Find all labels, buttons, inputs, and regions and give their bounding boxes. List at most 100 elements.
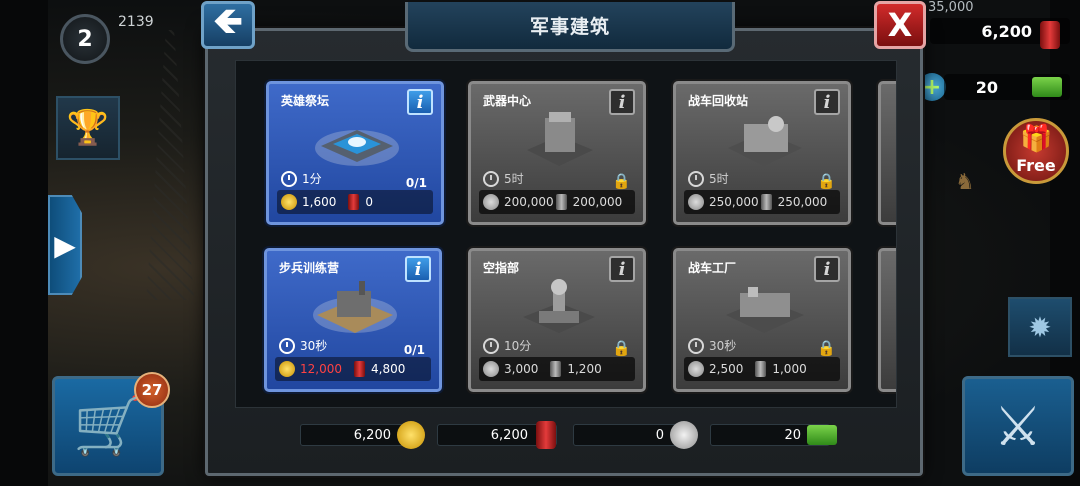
info-button[interactable]: i [609, 256, 635, 282]
medal-icon: ✹ [1028, 310, 1052, 344]
building-name: 战车回收站 [688, 94, 749, 108]
free-label: Free [1016, 156, 1056, 175]
build-time-value: 30秒 [709, 339, 737, 353]
arrow-left-icon: 🡸 [213, 0, 243, 42]
oil-barrel-icon [348, 194, 360, 210]
build-time-value: 10分 [504, 339, 532, 353]
trophy-button[interactable]: 🏆 [56, 96, 120, 160]
building-grid[interactable]: 英雄祭坛 i 1分 0/1 1,600 0 武器中心 i 5时 🔒 200,00… [235, 60, 897, 408]
building-name: 战车工厂 [688, 261, 737, 275]
side-panel-toggle[interactable]: ▶ [48, 195, 82, 295]
crossed-rifles-icon: ⚔ [993, 394, 1043, 458]
rank-medal-button[interactable]: ✹ [1008, 297, 1072, 357]
building-card-vehicle-recycling[interactable]: 战车回收站 i 5时 🔒 250,000 250,000 [673, 81, 851, 225]
stopwatch-icon [279, 337, 295, 354]
hero-altar-art [315, 130, 399, 166]
oil-barrel-icon [760, 194, 772, 210]
info-button[interactable]: i [405, 256, 431, 282]
stopwatch-icon [688, 337, 704, 354]
build-time: 5时 [483, 170, 524, 187]
info-button[interactable]: i [407, 89, 433, 115]
silver-coin-icon [670, 421, 698, 449]
silver-coin-icon [688, 194, 704, 210]
silver-cost: 3,000 [504, 362, 539, 376]
player-level-badge[interactable]: 2 [60, 14, 110, 64]
building-card-partial[interactable] [878, 248, 896, 392]
silver-coin-icon [688, 361, 704, 377]
cash-top-value: 20 [975, 77, 998, 97]
battle-button[interactable]: ⚔ [962, 376, 1074, 476]
info-button[interactable]: i [814, 256, 840, 282]
dialog-titlebar: 军事建筑 [405, 2, 735, 52]
cash-icon [1032, 77, 1062, 97]
build-cost: 2,500 1,000 [684, 357, 840, 381]
building-card-air-command[interactable]: 空指部 i 10分 🔒 3,000 1,200 [468, 248, 646, 392]
oil-barrel-icon [555, 194, 567, 210]
back-button[interactable]: 🡸 [201, 1, 255, 49]
lock-icon: 🔒 [817, 339, 836, 357]
cart-icon: 🛒 [73, 394, 143, 459]
build-time-value: 1分 [302, 172, 322, 186]
silver-coin-icon [483, 361, 499, 377]
oil-cost: 0 [365, 195, 373, 209]
oil-cost: 250,000 [777, 195, 828, 209]
build-time-value: 5时 [504, 172, 524, 186]
dialog-title: 军事建筑 [529, 16, 610, 38]
oil-barrel-icon [550, 361, 562, 377]
oil-resource: 6,200 [437, 421, 557, 449]
oil-counter-top: 6,200 [930, 18, 1070, 49]
lock-icon: 🔒 [612, 339, 631, 357]
close-button[interactable]: X [874, 1, 926, 49]
oil-barrel-icon [1040, 21, 1060, 49]
silver-resource: 0 [573, 421, 698, 449]
oil-barrel-icon [755, 361, 767, 377]
build-time-value: 30秒 [300, 339, 328, 353]
trophy-icon: 🏆 [66, 108, 110, 148]
build-cost: 250,000 250,000 [684, 190, 840, 214]
building-card-vehicle-factory[interactable]: 战车工厂 i 30秒 🔒 2,500 1,000 [673, 248, 851, 392]
cash-resource: 20 [710, 424, 837, 446]
lock-icon: 🔒 [612, 172, 631, 190]
gift-icon: 🎁 [1020, 124, 1053, 154]
player-xp: 2139 [118, 14, 154, 30]
oil-cost: 1,200 [567, 362, 602, 376]
gold-capacity: 35,000 [928, 0, 974, 15]
build-time: 30秒 [279, 337, 327, 354]
build-count: 0/1 [403, 343, 425, 357]
building-card-hero-altar[interactable]: 英雄祭坛 i 1分 0/1 1,600 0 [266, 81, 444, 225]
lock-icon: 🔒 [817, 172, 836, 190]
gold-coin-icon [397, 421, 425, 449]
weapons-center-art [527, 112, 593, 166]
gold-cost: 1,600 [302, 195, 337, 209]
oil-cost: 4,800 [371, 362, 406, 376]
silver-coin-icon [483, 194, 499, 210]
soldier-unit-icon: ♞ [955, 170, 975, 195]
oil-cost: 1,000 [772, 362, 807, 376]
build-time: 10分 [483, 337, 531, 354]
info-button[interactable]: i [609, 89, 635, 115]
vehicle-factory-art [726, 287, 804, 333]
oil-barrel-icon [354, 361, 365, 377]
build-time: 30秒 [688, 337, 736, 354]
oil-cost: 200,000 [572, 195, 623, 209]
shop-notification-badge: 27 [134, 372, 170, 408]
stopwatch-icon [688, 170, 704, 187]
close-icon: X [887, 6, 913, 44]
building-name: 英雄祭坛 [281, 94, 330, 108]
building-card-partial[interactable] [878, 81, 896, 225]
gold-coin-icon [281, 194, 297, 210]
chevron-right-icon: ▶ [54, 228, 76, 262]
building-card-weapons-center[interactable]: 武器中心 i 5时 🔒 200,000 200,000 [468, 81, 646, 225]
info-button[interactable]: i [814, 89, 840, 115]
oil-barrel-icon [536, 421, 556, 449]
silver-amount: 0 [655, 427, 664, 443]
building-name: 武器中心 [483, 94, 532, 108]
build-cost: 200,000 200,000 [479, 190, 635, 214]
build-count: 0/1 [405, 176, 427, 190]
building-card-infantry-camp[interactable]: 步兵训练营 i 30秒 0/1 12,000 4,800 [264, 248, 442, 392]
silver-cost: 2,500 [709, 362, 744, 376]
oil-top-value: 6,200 [981, 21, 1032, 41]
cash-counter-top: 20 [944, 74, 1070, 100]
cash-icon [807, 425, 837, 445]
stopwatch-icon [483, 337, 499, 354]
